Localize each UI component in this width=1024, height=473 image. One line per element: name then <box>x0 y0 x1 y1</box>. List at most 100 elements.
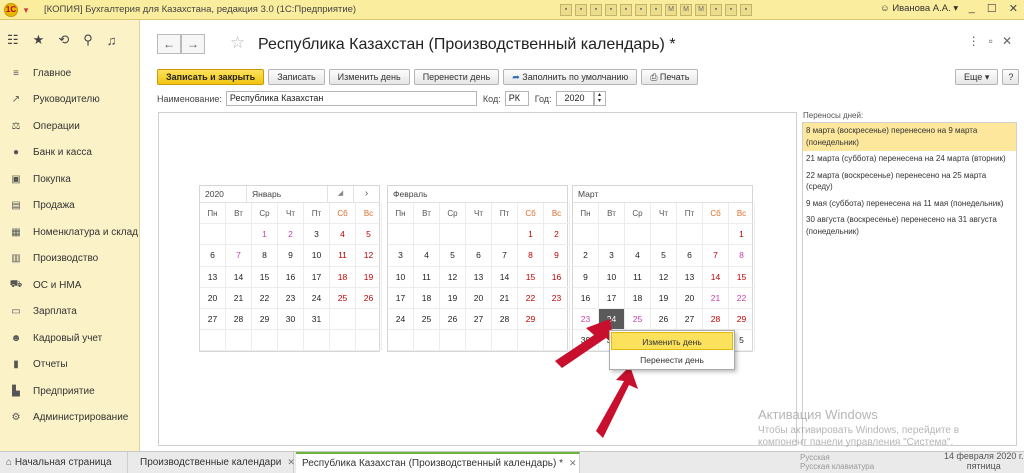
warehouse-icon: ▦ <box>11 226 21 238</box>
sidebar-item[interactable]: ☻ Кадровый учет <box>0 325 139 352</box>
back-button[interactable]: ← <box>157 34 181 54</box>
cart-icon: ▣ <box>11 173 21 185</box>
form-close-icon[interactable]: ✕ <box>1002 34 1012 48</box>
forward-button[interactable]: → <box>181 34 205 54</box>
sidebar-item-label: Продажа <box>33 200 75 212</box>
favorite-star-icon[interactable]: ☆ <box>230 33 245 53</box>
transfer-list-item[interactable]: 9 мая (суббота) перенесена на 11 мая (по… <box>803 196 1016 213</box>
context-change-day-item[interactable]: Изменить день <box>611 332 733 350</box>
activation-watermark-line1: Чтобы активировать Windows, перейдите в <box>758 425 960 436</box>
transfers-label: Переносы дней: <box>803 111 864 120</box>
close-tab-icon[interactable]: ✕ <box>569 458 577 468</box>
sidebar-item-label: Руководителю <box>33 94 100 106</box>
tab-current-label: Республика Казахстан (Производственный к… <box>302 458 563 469</box>
transfer-list-item[interactable]: 8 марта (воскресенье) перенесено на 9 ма… <box>803 123 1016 151</box>
transfer-list-item[interactable]: 22 марта (воскресенье) перенесено на 25 … <box>803 168 1016 196</box>
add-icon[interactable]: ▪ <box>605 4 617 16</box>
search-icon[interactable]: ⚲ <box>83 32 93 48</box>
move-day-button[interactable]: Перенести день <box>413 69 500 85</box>
copy-icon[interactable]: ▪ <box>590 4 602 16</box>
operations-icon: ⚖ <box>11 120 21 132</box>
reports-icon: ▮ <box>13 359 19 371</box>
sidebar-item-label: Администрирование <box>33 412 129 424</box>
tab-current-calendar[interactable]: Республика Казахстан (Производственный к… <box>296 452 580 473</box>
sidebar-item[interactable]: ⚖ Операции <box>0 113 139 140</box>
year-label: Год: <box>534 93 552 104</box>
sidebar-item[interactable]: ↗ Руководителю <box>0 87 139 114</box>
help-button[interactable]: ? <box>1002 69 1020 85</box>
form-title: Республика Казахстан (Производственный к… <box>258 36 676 53</box>
people-icon: ☻ <box>10 332 22 344</box>
notifications-bell-icon[interactable]: ♫ <box>107 33 117 48</box>
bell-icon[interactable]: ▪ <box>725 4 737 16</box>
minus-icon[interactable]: ▪ <box>620 4 632 16</box>
main-menu-chevron-icon[interactable]: ▾ <box>20 4 32 16</box>
sidebar-item[interactable]: ⚙ Администрирование <box>0 405 139 432</box>
sidebar-item-label: Отчеты <box>33 359 68 371</box>
year-input[interactable]: 2020 <box>555 91 594 106</box>
sidebar-item[interactable]: ⛟ ОС и НМА <box>0 272 139 299</box>
calc-icon[interactable]: ▪ <box>650 4 662 16</box>
sidebar-item[interactable]: ▭ Зарплата <box>0 299 139 326</box>
sidebar-item-label: Зарплата <box>33 306 77 318</box>
1c-logo-icon[interactable]: 1С <box>4 2 18 17</box>
sidebar-item[interactable]: ▤ Продажа <box>0 193 139 220</box>
name-label: Наименование: <box>157 93 222 104</box>
form-more-icon[interactable]: ⋮ <box>968 34 980 48</box>
save-icon[interactable]: ▪ <box>560 4 572 16</box>
form-restore-icon[interactable]: ▫ <box>989 34 993 48</box>
sidebar-item[interactable]: ● Банк и касса <box>0 140 139 167</box>
lock-icon[interactable]: ▪ <box>635 4 647 16</box>
m-minus-icon[interactable]: M <box>695 4 707 16</box>
menu-lines-icon: ≡ <box>13 67 19 79</box>
tab-calendars-label: Производственные календари <box>140 457 282 468</box>
sidebar-item[interactable]: ▥ Производство <box>0 246 139 273</box>
history-icon[interactable]: ⟲ <box>58 32 69 48</box>
docs-icon[interactable]: ▪ <box>710 4 722 16</box>
close-window-button[interactable]: ✕ <box>1009 2 1018 15</box>
sidebar-item[interactable]: ▮ Отчеты <box>0 352 139 379</box>
m-plus-icon[interactable]: M <box>680 4 692 16</box>
print-icon[interactable]: ▪ <box>575 4 587 16</box>
save-button[interactable]: Записать <box>268 69 325 85</box>
transfers-list[interactable]: 8 марта (воскресенье) перенесено на 9 ма… <box>802 122 1017 446</box>
more-actions-button[interactable]: Еще ▾ <box>955 69 999 85</box>
sidebar-item[interactable]: ▦ Номенклатура и склад <box>0 219 139 246</box>
apps-grid-icon[interactable]: ☷ <box>7 32 19 48</box>
save-and-close-button[interactable]: Записать и закрыть <box>157 69 265 85</box>
form-area: ← → ☆ Республика Казахстан (Производстве… <box>141 20 1024 451</box>
transfer-list-item[interactable]: 21 марта (суббота) перенесена на 24 март… <box>803 151 1016 168</box>
print-button[interactable]: ⎙ Печать <box>641 69 699 85</box>
activation-watermark-title: Активация Windows <box>758 407 878 422</box>
transfer-list-item[interactable]: 30 августа (воскресенье) перенесено на 3… <box>803 212 1016 240</box>
fill-default-button[interactable]: ➦ Заполнить по умолчанию <box>503 69 638 85</box>
tab-home[interactable]: ⌂ Начальная страница <box>0 452 128 473</box>
maximize-window-button[interactable]: ☐ <box>987 2 997 15</box>
keyboard-language: Русская Русская клавиатура <box>800 453 874 471</box>
minimize-window-button[interactable]: _ <box>969 2 975 15</box>
tab-calendars[interactable]: Производственные календари ✕ <box>134 452 295 473</box>
sidebar-item[interactable]: ▙ Предприятие <box>0 378 139 405</box>
sidebar-item-label: Банк и касса <box>33 147 92 159</box>
user-menu-chevron-icon[interactable]: ▾ <box>953 3 958 14</box>
search-icon[interactable]: ▪ <box>740 4 752 16</box>
m-icon[interactable]: M <box>665 4 677 16</box>
user-name: Иванова А.А. <box>892 3 951 14</box>
titlebar-toolbar: ▪ ▪ ▪ ▪ ▪ ▪ ▪ M M M ▪ ▪ ▪ <box>560 4 752 16</box>
name-input[interactable]: Республика Казахстан <box>225 91 477 106</box>
sidebar-item-label: Покупка <box>33 173 71 185</box>
context-move-day-item[interactable]: Перенести день <box>611 351 733 369</box>
assets-icon: ⛟ <box>9 278 23 290</box>
current-user[interactable]: ☺ Иванова А.А. ▾ <box>880 3 958 14</box>
code-input[interactable]: РК <box>504 91 529 106</box>
taskbar-clock: 14 февраля 2020 г. пятница <box>944 451 1024 471</box>
sidebar-item[interactable]: ▣ Покупка <box>0 166 139 193</box>
sidebar-item[interactable]: ≡ Главное <box>0 60 139 87</box>
app-title: [КОПИЯ] Бухгалтерия для Казахстана, реда… <box>44 4 357 15</box>
favorites-star-icon[interactable]: ★ <box>33 32 45 48</box>
close-tab-icon[interactable]: ✕ <box>287 457 295 467</box>
year-spinner[interactable]: ▴ ▾ <box>593 91 606 106</box>
sidebar-item-label: Номенклатура и склад <box>33 226 138 238</box>
keyboard-language-line1: Русская <box>800 453 830 462</box>
change-day-button[interactable]: Изменить день <box>328 69 410 85</box>
